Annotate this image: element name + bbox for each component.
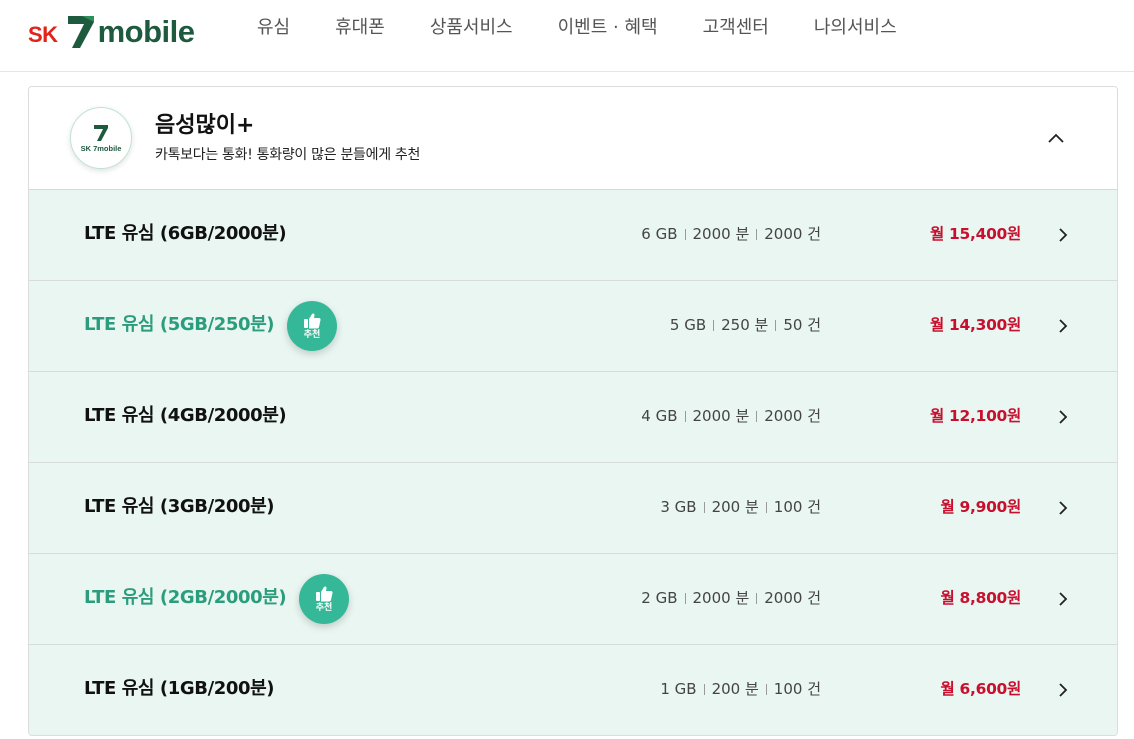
chevron-up-icon[interactable] <box>1045 127 1067 149</box>
spec-voice: 2000 분 <box>692 225 750 243</box>
main-nav: 유심 휴대폰 상품서비스 이벤트 · 혜택 고객센터 나의서비스 <box>257 17 942 39</box>
spec-voice: 200 분 <box>711 498 759 516</box>
plan-name: LTE 유심 (2GB/2000분) <box>84 587 287 608</box>
spec-data: 3 GB <box>660 498 697 516</box>
plan-badge-text: SK 7mobile <box>80 143 122 153</box>
table-row[interactable]: LTE 유심 (1GB/200분) 1 GB 200 분 100 건 월 6,6… <box>29 645 1117 735</box>
logo-sk-text: SK <box>28 22 58 47</box>
logo-mobile-text: mobile <box>97 14 195 49</box>
spec-voice: 200 분 <box>711 680 759 698</box>
recommend-badge: 추천 <box>299 574 349 624</box>
plan-price: 월 12,100원 <box>929 407 1021 425</box>
nav-support[interactable]: 고객센터 <box>703 17 769 39</box>
brand-logo[interactable]: SK mobile <box>28 6 195 50</box>
table-row[interactable]: LTE 유심 (4GB/2000분) 4 GB 2000 분 2000 건 월 … <box>29 372 1117 463</box>
plan-description: 카톡보다는 통화! 통화량이 많은 분들에게 추천 <box>155 147 421 163</box>
nav-myservice[interactable]: 나의서비스 <box>814 17 897 39</box>
plan-name: LTE 유심 (5GB/250분) <box>84 314 275 335</box>
divider <box>703 683 705 695</box>
recommend-label: 추천 <box>303 329 321 340</box>
spec-voice: 2000 분 <box>692 589 750 607</box>
spec-sms: 100 건 <box>773 498 821 516</box>
table-row[interactable]: LTE 유심 (3GB/200분) 3 GB 200 분 100 건 월 9,9… <box>29 463 1117 554</box>
divider <box>684 228 686 240</box>
divider <box>756 410 758 422</box>
spec-sms: 2000 건 <box>764 589 821 607</box>
plan-header[interactable]: SK 7mobile 음성많이+ 카톡보다는 통화! 통화량이 많은 분들에게 … <box>29 87 1117 190</box>
spec-voice: 2000 분 <box>692 407 750 425</box>
plan-name: LTE 유심 (3GB/200분) <box>84 496 275 517</box>
plan-price: 월 8,800원 <box>940 589 1021 607</box>
table-row[interactable]: LTE 유심 (6GB/2000분) 6 GB 2000 분 2000 건 월 … <box>29 190 1117 281</box>
plan-specs: 3 GB 200 분 100 건 <box>660 497 821 517</box>
plan-specs: 4 GB 2000 분 2000 건 <box>641 406 821 426</box>
chevron-right-icon[interactable] <box>1055 498 1071 518</box>
seven-logo-icon <box>94 124 108 141</box>
thumbs-up-icon <box>304 313 321 328</box>
nav-phones[interactable]: 휴대폰 <box>335 17 385 39</box>
divider <box>684 410 686 422</box>
plan-badge: SK 7mobile <box>70 107 132 169</box>
nav-events[interactable]: 이벤트 · 혜택 <box>558 17 658 39</box>
recommend-label: 추천 <box>315 602 333 613</box>
thumbs-up-icon <box>316 586 333 601</box>
chevron-right-icon[interactable] <box>1055 589 1071 609</box>
divider <box>713 319 715 331</box>
spec-data: 4 GB <box>641 407 678 425</box>
nav-usim[interactable]: 유심 <box>257 17 290 39</box>
divider <box>765 683 767 695</box>
plan-specs: 1 GB 200 분 100 건 <box>660 679 821 699</box>
plan-specs: 5 GB 250 분 50 건 <box>670 315 821 335</box>
divider <box>765 501 767 513</box>
chevron-right-icon[interactable] <box>1055 407 1071 427</box>
plan-name: LTE 유심 (1GB/200분) <box>84 678 275 699</box>
plan-specs: 6 GB 2000 분 2000 건 <box>641 224 821 244</box>
plan-price: 월 6,600원 <box>940 680 1021 698</box>
spec-sms: 50 건 <box>783 316 821 334</box>
recommend-badge: 추천 <box>287 301 337 351</box>
plan-price: 월 14,300원 <box>929 316 1021 334</box>
plan-price: 월 9,900원 <box>940 498 1021 516</box>
chevron-right-icon[interactable] <box>1055 225 1071 245</box>
table-row[interactable]: LTE 유심 (2GB/2000분) 추천 2 GB 2000 분 2000 건… <box>29 554 1117 645</box>
spec-data: 1 GB <box>660 680 697 698</box>
site-header: SK mobile 유심 휴대폰 상품서비스 이벤트 · 혜택 고객센터 나의서… <box>0 0 1134 72</box>
spec-sms: 100 건 <box>773 680 821 698</box>
seven-logo-icon <box>67 16 94 48</box>
plan-specs: 2 GB 2000 분 2000 건 <box>641 588 821 608</box>
divider <box>775 319 777 331</box>
divider <box>756 228 758 240</box>
spec-voice: 250 분 <box>721 316 769 334</box>
spec-sms: 2000 건 <box>764 407 821 425</box>
spec-data: 5 GB <box>669 316 707 334</box>
plan-panel: SK 7mobile 음성많이+ 카톡보다는 통화! 통화량이 많은 분들에게 … <box>28 86 1118 736</box>
plan-price: 월 15,400원 <box>929 225 1021 243</box>
plan-name: LTE 유심 (4GB/2000분) <box>84 405 287 426</box>
spec-sms: 2000 건 <box>764 225 821 243</box>
plan-name: LTE 유심 (6GB/2000분) <box>84 223 287 244</box>
divider <box>703 501 705 513</box>
spec-data: 2 GB <box>641 589 678 607</box>
chevron-right-icon[interactable] <box>1055 316 1071 336</box>
divider <box>684 592 686 604</box>
chevron-right-icon[interactable] <box>1055 680 1071 700</box>
table-row[interactable]: LTE 유심 (5GB/250분) 추천 5 GB 250 분 50 건 월 1… <box>29 281 1117 372</box>
plan-list: LTE 유심 (6GB/2000분) 6 GB 2000 분 2000 건 월 … <box>29 190 1117 735</box>
plan-title: 음성많이+ <box>155 113 255 138</box>
divider <box>756 592 758 604</box>
spec-data: 6 GB <box>641 225 678 243</box>
nav-products[interactable]: 상품서비스 <box>430 17 513 39</box>
